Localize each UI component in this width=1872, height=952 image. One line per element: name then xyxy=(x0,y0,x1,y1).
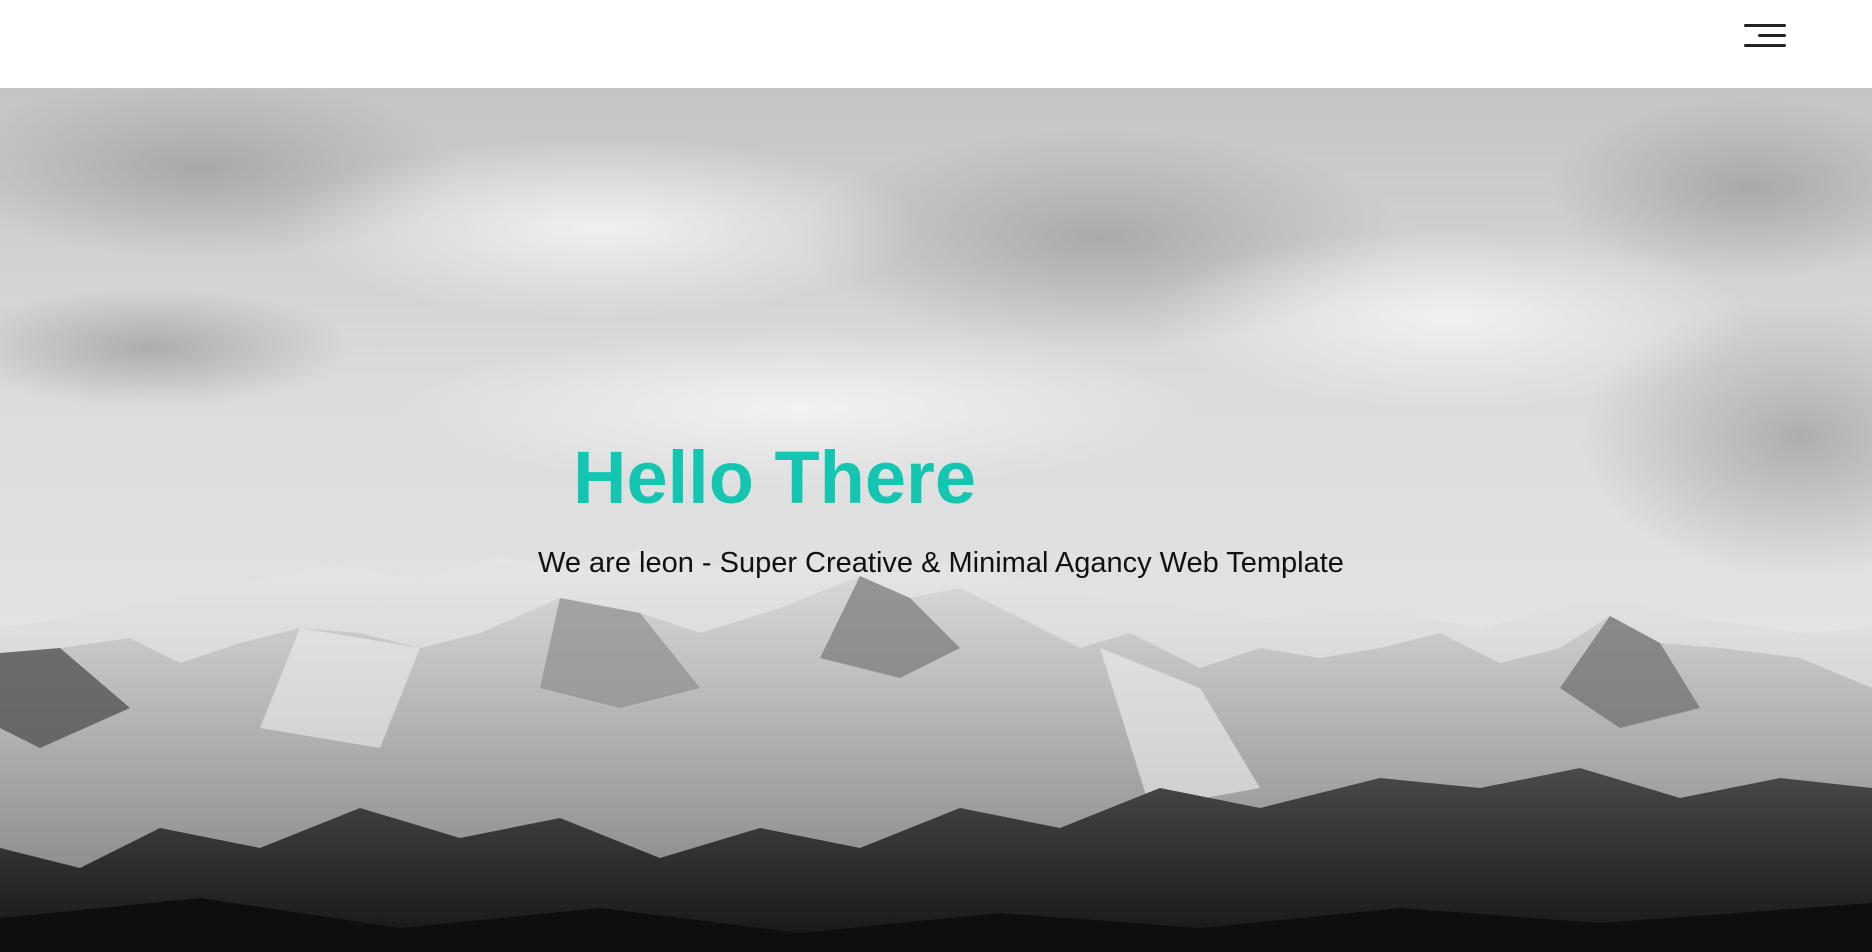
site-header xyxy=(0,0,1872,88)
hero-subtitle: We are leon - Super Creative & Minimal A… xyxy=(538,547,1344,579)
hamburger-menu-icon xyxy=(1744,24,1786,47)
hero-section: Hello There We are leon - Super Creative… xyxy=(0,88,1872,952)
hero-title: Hello There xyxy=(573,436,976,519)
menu-button[interactable] xyxy=(1738,22,1790,58)
